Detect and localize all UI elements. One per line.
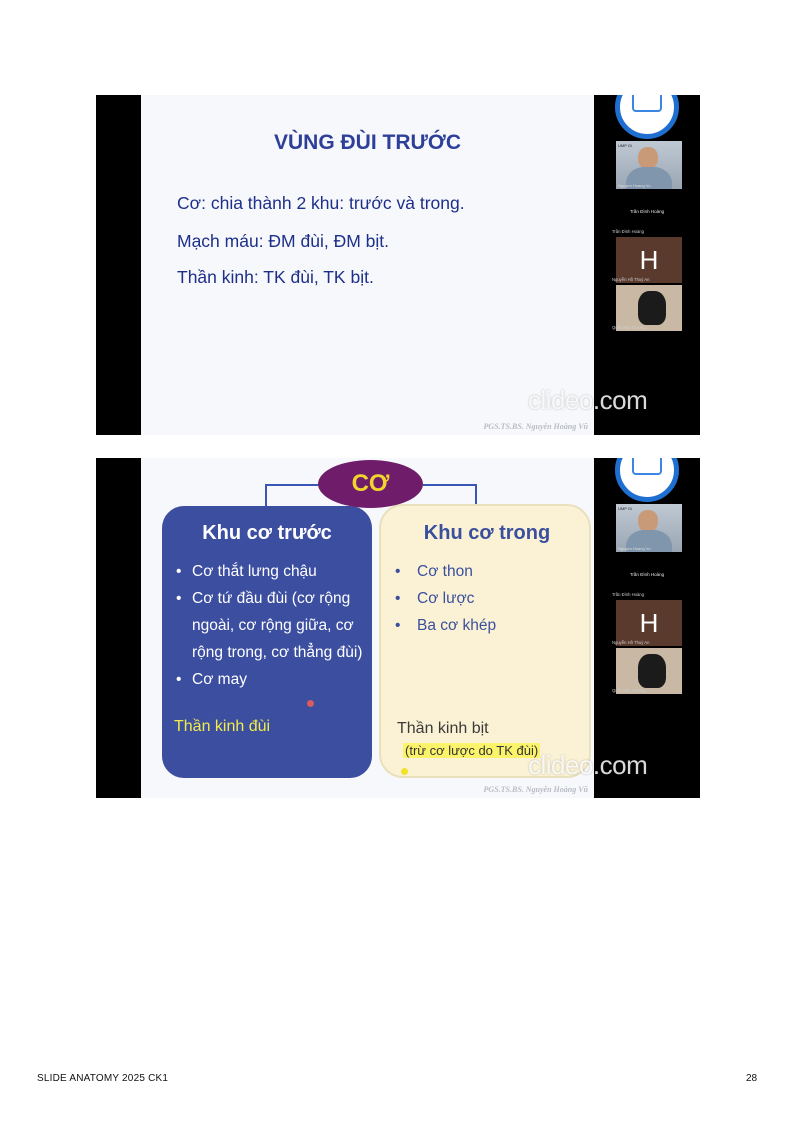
highlighted-note: (trừ cơ lược do TK đùi) [403,743,541,758]
document-footer: SLIDE ANATOMY 2025 CK1 [37,1073,169,1084]
muscle-list: Cơ thon Cơ lược Ba cơ khép [393,558,583,639]
author-signature: PGS.TS.BS. Nguyễn Hoàng Vũ [483,785,588,794]
list-item: Cơ tứ đầu đùi (cơ rộng ngoài, cơ rộng gi… [174,585,364,666]
connector-line [265,484,320,508]
tile-name: Nguyen Hoang Vu [618,546,651,551]
tile-top-label: UMP Gi [618,506,632,511]
video-panel: UMP Gi Nguyen Hoang Vu Trần Đình Hoàng T… [594,95,700,435]
tile-name: Quốc Bảo Trương [612,688,646,693]
slide-title: VÙNG ĐÙI TRƯỚC [273,131,461,154]
host-video-tile[interactable]: UMP Gi Nguyen Hoang Vu [616,141,682,189]
tile-name: Quốc Bảo Trương [612,325,646,330]
anterior-compartment-box: Khu cơ trước Cơ thắt lưng chậu Cơ tứ đầu… [162,506,372,778]
slide-frame-2: Khu cơ trước Cơ thắt lưng chậu Cơ tứ đầu… [96,458,700,798]
tile-name: Nguyễn Hồ Thuỳ An [612,277,650,282]
muscle-list: Cơ thắt lưng chậu Cơ tứ đầu đùi (cơ rộng… [174,558,364,693]
slide-2: Khu cơ trước Cơ thắt lưng chậu Cơ tứ đầu… [141,458,594,798]
slide-line: Thần kinh: TK đùi, TK bịt. [177,267,374,287]
university-logo [611,95,683,141]
tile-name: Trần Đình Hoàng [612,592,644,597]
medial-compartment-box: Khu cơ trong Cơ thon Cơ lược Ba cơ khép … [379,504,591,778]
clideo-watermark: clideo.com [528,750,648,780]
slide-line: Mạch máu: ĐM đùi, ĐM bịt. [177,231,389,251]
speaker-name: Trần Đình Hoàng [629,209,665,214]
person-image [616,141,682,189]
slide-frame-1: VÙNG ĐÙI TRƯỚC Cơ: chia thành 2 khu: trư… [96,95,700,435]
nerve-label: Thần kinh đùi [174,718,271,735]
clideo-watermark: clideo.com [528,385,648,415]
speaker-name: Trần Đình Hoàng [629,572,665,577]
author-signature: PGS.TS.BS. Nguyễn Hoàng Vũ [483,422,588,431]
slide-1: VÙNG ĐÙI TRƯỚC Cơ: chia thành 2 khu: trư… [141,95,594,435]
tile-name: Nguyen Hoang Vu [618,183,651,188]
host-video-tile[interactable]: UMP Gi Nguyen Hoang Vu [616,504,682,552]
slide-line: Cơ: chia thành 2 khu: trước và trong. [177,193,465,213]
muscle-title-pill: CƠ [318,460,423,508]
pointer-dot [307,700,314,707]
box-title: Khu cơ trong [423,522,551,544]
box-title: Khu cơ trước [202,522,332,544]
nerve-label: Thần kinh bịt [397,720,489,737]
list-item: Ba cơ khép [393,612,583,639]
list-item: Cơ may [174,666,364,693]
list-item: Cơ thắt lưng chậu [174,558,364,585]
tile-top-label: UMP Gi [618,143,632,148]
university-logo [611,458,683,504]
pointer-dot [401,768,408,775]
page-number: 28 [746,1073,758,1084]
tile-name: Nguyễn Hồ Thuỳ An [612,640,650,645]
video-panel: UMP Gi Nguyen Hoang Vu Trần Đình Hoàng T… [594,458,700,798]
list-item: Cơ lược [393,585,583,612]
person-image [616,504,682,552]
list-item: Cơ thon [393,558,583,585]
tile-name: Trần Đình Hoàng [612,229,644,234]
